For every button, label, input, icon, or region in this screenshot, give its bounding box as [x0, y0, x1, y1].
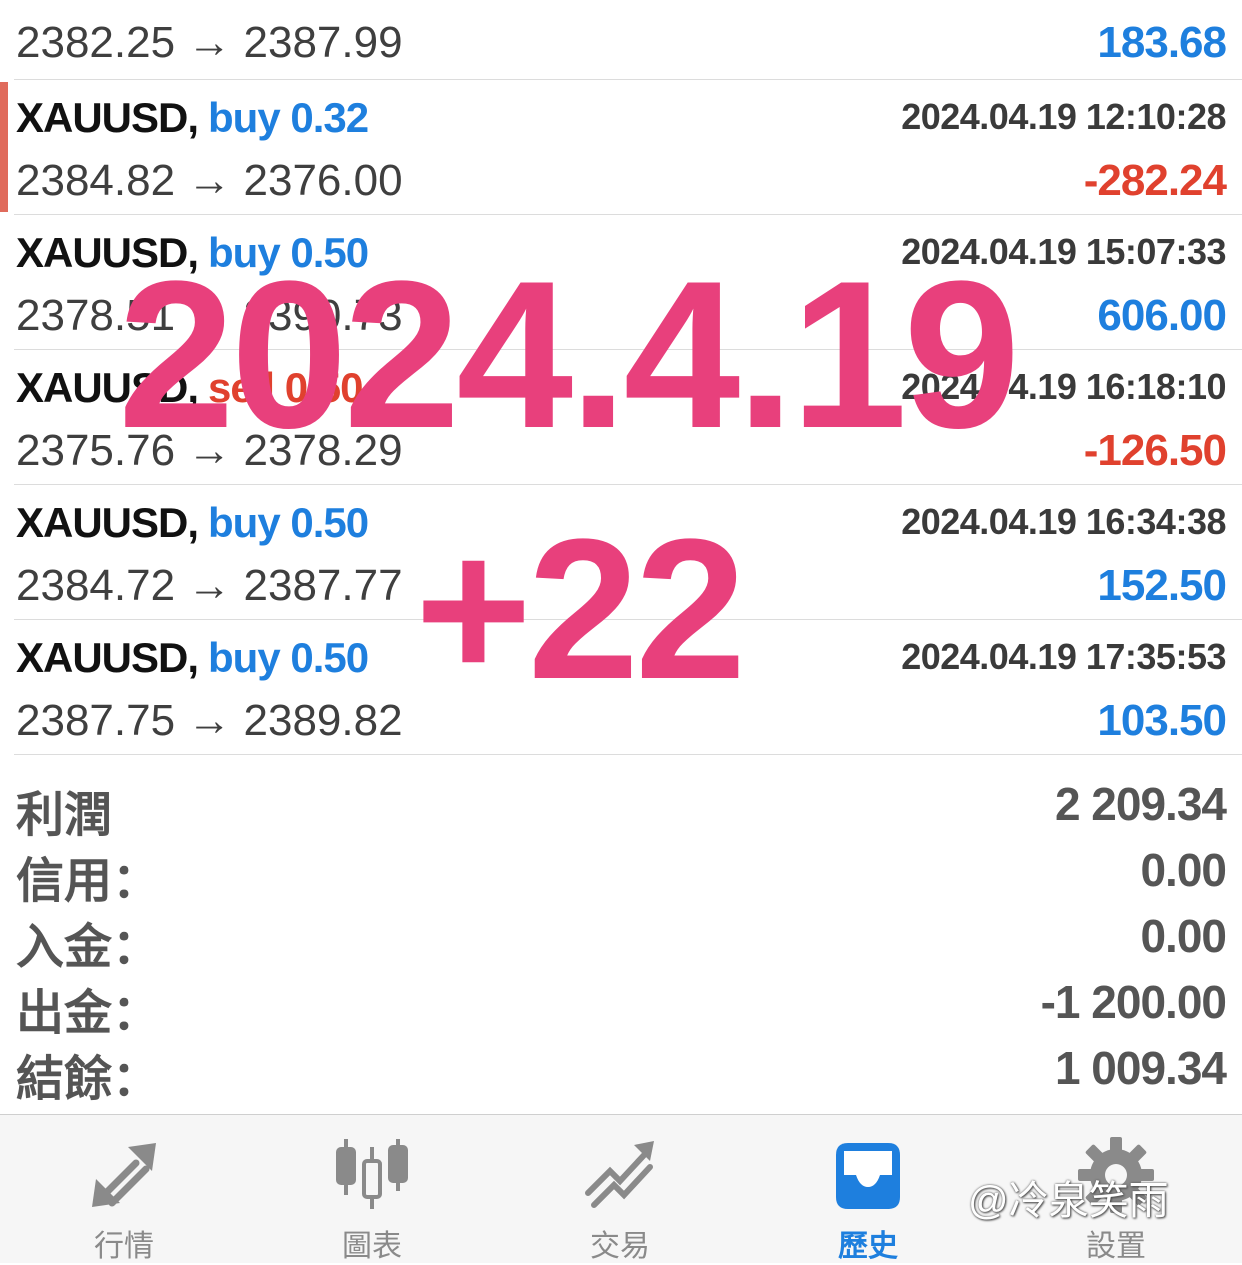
deal-symbol: XAUUSD, sell 0.50	[16, 364, 364, 411]
deal-prices: 2375.76 → 2378.29	[16, 426, 403, 475]
deal-symbol: XAUUSD, buy 0.50	[16, 634, 369, 681]
trade-trend-icon	[585, 1141, 654, 1208]
deal-profit: 103.50	[1097, 696, 1227, 745]
tab-label: 歷史	[838, 1230, 898, 1263]
deal-profit: 183.68	[1097, 18, 1227, 67]
tab-label: 設置	[1086, 1230, 1146, 1263]
summary-label: 結餘：	[16, 1053, 161, 1106]
deal-profit: 606.00	[1097, 291, 1227, 340]
history-inbox-icon	[836, 1143, 900, 1209]
quotes-arrows-icon	[92, 1143, 156, 1207]
deal-row[interactable]: XAUUSD, buy 0.32 2024.04.19 12:10:28 2384…	[0, 80, 1242, 215]
deal-row[interactable]: XAUUSD, sell 0.50 2024.04.19 16:18:10 237…	[14, 350, 1242, 485]
deal-prices: 2384.72 → 2387.77	[16, 561, 403, 610]
deal-symbol: XAUUSD, buy 0.32	[16, 94, 369, 141]
deal-profit: 152.50	[1097, 561, 1227, 610]
tab-settings[interactable]: 設置	[992, 1115, 1240, 1263]
deal-prices: 2378.51 → 2390.73	[16, 291, 403, 340]
deal-row[interactable]: XAUUSD, buy 0.50 2024.04.19 16:34:38 2384…	[14, 485, 1242, 620]
candlestick-chart-icon	[336, 1139, 408, 1209]
tab-trade[interactable]: 交易	[496, 1115, 744, 1263]
deal-row[interactable]: XAUUSD, buy 0.50 2024.04.19 15:07:33 2378…	[14, 215, 1242, 350]
tab-quotes[interactable]: 行情	[0, 1115, 248, 1263]
deal-prices: 2384.82 → 2376.00	[16, 156, 403, 205]
tab-history[interactable]: 歷史	[744, 1115, 992, 1263]
deal-row[interactable]: 2382.25 → 2387.99 183.68	[14, 0, 1242, 80]
summary-row-deposit: 入金： 0.00	[16, 907, 1227, 974]
summary-row-withdrawal: 出金： -1 200.00	[16, 973, 1227, 1040]
summary-value: 0.00	[1140, 844, 1227, 896]
deal-history-list: 2382.25 → 2387.99 183.68 XAUUSD, buy 0.32…	[0, 0, 1242, 755]
summary-row-balance: 結餘： 1 009.34	[16, 1039, 1227, 1106]
deal-time: 2024.04.19 17:35:53	[901, 636, 1226, 677]
summary-value: 2 209.34	[1054, 778, 1227, 830]
summary-label: 出金：	[16, 987, 161, 1040]
account-summary: 利潤 2 209.34 信用： 0.00 入金： 0.00 出金： -1 200…	[16, 775, 1227, 1106]
deal-prices: 2382.25 → 2387.99	[16, 18, 403, 67]
tab-label: 行情	[94, 1230, 154, 1263]
deal-symbol: XAUUSD, buy 0.50	[16, 499, 369, 546]
tab-label: 交易	[590, 1230, 650, 1263]
deal-symbol: XAUUSD, buy 0.50	[16, 229, 369, 276]
deal-profit: -126.50	[1083, 426, 1227, 475]
deal-time: 2024.04.19 15:07:33	[901, 231, 1226, 272]
summary-label: 入金：	[16, 921, 161, 974]
summary-value: -1 200.00	[1040, 976, 1227, 1028]
settings-gear-icon	[1078, 1137, 1154, 1213]
deal-time: 2024.04.19 12:10:28	[901, 96, 1226, 137]
deal-row[interactable]: XAUUSD, buy 0.50 2024.04.19 17:35:53 2387…	[14, 620, 1242, 755]
deal-profit: -282.24	[1083, 156, 1227, 205]
selected-row-marker	[0, 82, 8, 212]
summary-row-credit: 信用： 0.00	[16, 841, 1227, 908]
summary-value: 0.00	[1140, 910, 1227, 962]
summary-row-profit: 利潤 2 209.34	[16, 775, 1227, 842]
deal-prices: 2387.75 → 2389.82	[16, 696, 403, 745]
summary-label: 信用：	[16, 855, 161, 908]
summary-value: 1 009.34	[1054, 1042, 1227, 1094]
tab-charts[interactable]: 圖表	[248, 1115, 496, 1263]
deal-time: 2024.04.19 16:34:38	[901, 501, 1226, 542]
bottom-tab-bar: 行情 圖表 交易 歷史 設置	[0, 1114, 1242, 1263]
tab-label: 圖表	[342, 1230, 402, 1263]
summary-label: 利潤	[16, 789, 113, 842]
deal-time: 2024.04.19 16:18:10	[901, 366, 1226, 407]
